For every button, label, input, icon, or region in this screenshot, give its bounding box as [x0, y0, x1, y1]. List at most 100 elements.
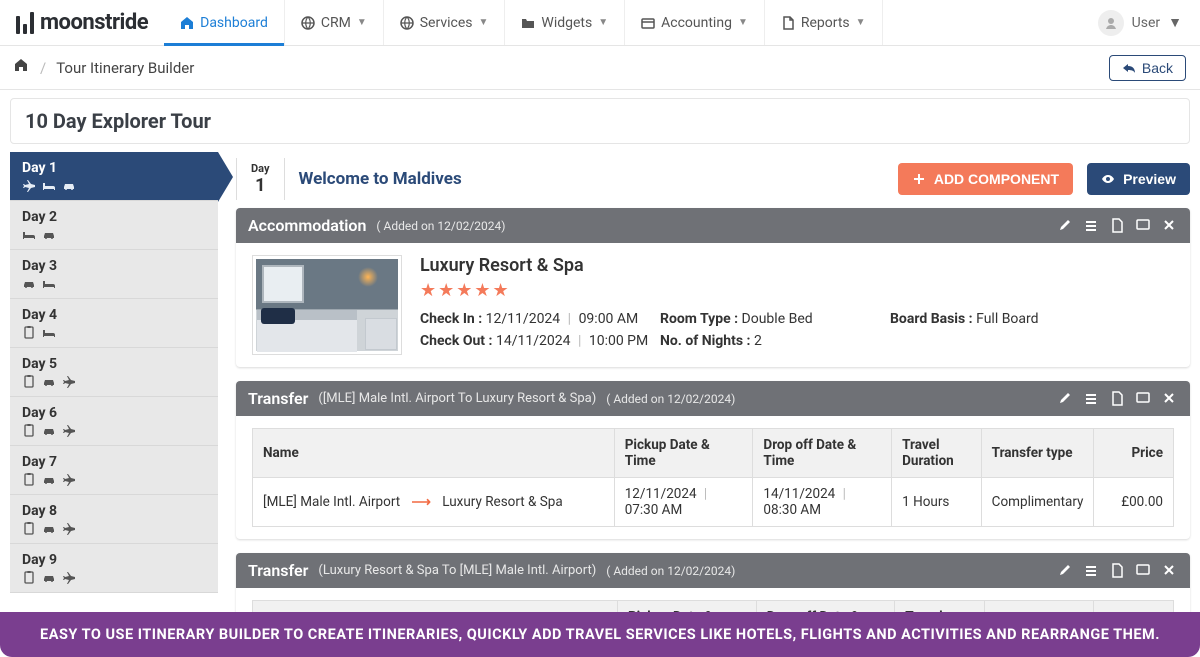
pickup-time: 07:30 AM	[625, 502, 683, 518]
plane-icon	[22, 178, 36, 192]
close-icon[interactable]	[1162, 391, 1178, 407]
day-tab-9-icons	[22, 570, 206, 584]
cell-price: £00.00	[1094, 478, 1174, 527]
logo-icon	[16, 12, 34, 34]
day-badge-label: Day	[251, 162, 270, 175]
nav-widgets[interactable]: Widgets ▼	[505, 0, 625, 45]
day-tab-1[interactable]: Day 1	[10, 152, 218, 201]
plane-icon	[62, 521, 76, 535]
screen-icon[interactable]	[1136, 218, 1152, 234]
day-tab-6-name: Day 6	[22, 405, 206, 421]
add-component-button[interactable]: ADD COMPONENT	[898, 163, 1073, 195]
user-icon	[1104, 16, 1118, 30]
screen-icon[interactable]	[1136, 563, 1152, 579]
eye-icon	[1101, 172, 1115, 186]
star-rating: ★★★★★	[420, 280, 1174, 301]
car-icon	[42, 472, 56, 486]
list-icon[interactable]	[1084, 563, 1100, 579]
drop-date: 14/11/2024	[763, 486, 835, 502]
day-tab-5-icons	[22, 374, 206, 388]
clipboard-icon	[22, 374, 36, 388]
day-tab-4[interactable]: Day 4	[10, 299, 218, 348]
nav-items: Dashboard CRM ▼ Services ▼ Widgets ▼ Acc…	[164, 0, 882, 45]
day-tab-6-icons	[22, 423, 206, 437]
transfer1-meta: ( Added on 12/02/2024)	[606, 392, 735, 406]
transfer2-header: Transfer (Luxury Resort & Spa To [MLE] M…	[236, 553, 1190, 588]
chevron-down-icon: ▼	[1168, 14, 1182, 31]
back-button[interactable]: Back	[1109, 55, 1186, 81]
page-icon[interactable]	[1110, 563, 1126, 579]
day-tab-3-name: Day 3	[22, 258, 206, 274]
close-icon[interactable]	[1162, 563, 1178, 579]
drop-time: 08:30 AM	[763, 502, 821, 518]
accommodation-meta: ( Added on 12/02/2024)	[376, 219, 505, 233]
breadcrumb-sep: /	[40, 59, 46, 77]
screen-icon[interactable]	[1136, 391, 1152, 407]
board: Board Basis : Full Board	[890, 311, 1120, 327]
page-icon[interactable]	[1110, 218, 1126, 234]
close-icon[interactable]	[1162, 218, 1178, 234]
nav-accounting[interactable]: Accounting ▼	[625, 0, 765, 45]
checkin-time: 09:00 AM	[579, 311, 639, 327]
plane-icon	[62, 423, 76, 437]
avatar-icon	[1098, 10, 1124, 36]
day-header: Day 1 Welcome to Maldives ADD COMPONENT …	[236, 152, 1190, 208]
breadcrumb-home[interactable]	[14, 58, 30, 78]
nav-services[interactable]: Services ▼	[384, 0, 506, 45]
nights-label: No. of Nights :	[660, 333, 751, 349]
car-icon	[42, 570, 56, 584]
day-tab-5[interactable]: Day 5	[10, 348, 218, 397]
nav-accounting-label: Accounting	[661, 15, 732, 31]
clipboard-icon	[22, 423, 36, 437]
day-tab-9[interactable]: Day 9	[10, 544, 218, 593]
day-tab-3-icons	[22, 276, 206, 290]
edit-icon[interactable]	[1058, 218, 1074, 234]
logo: moonstride	[0, 0, 164, 45]
back-label: Back	[1142, 60, 1173, 76]
transfer2-sub: (Luxury Resort & Spa To [MLE] Male Intl.…	[318, 563, 596, 578]
car-icon	[42, 521, 56, 535]
day-tab-2-name: Day 2	[22, 209, 206, 225]
breadcrumb: / Tour Itinerary Builder	[14, 58, 194, 78]
list-icon[interactable]	[1084, 218, 1100, 234]
day-tab-6[interactable]: Day 6	[10, 397, 218, 446]
preview-label: Preview	[1123, 171, 1176, 187]
day-badge-num: 1	[251, 175, 270, 196]
nav-crm[interactable]: CRM ▼	[285, 0, 384, 45]
day-tab-3[interactable]: Day 3	[10, 250, 218, 299]
transfer1-table: Name Pickup Date & Time Drop off Date & …	[252, 428, 1174, 527]
transfer1-body: Name Pickup Date & Time Drop off Date & …	[236, 416, 1190, 539]
day-tab-7-name: Day 7	[22, 454, 206, 470]
cell-drop: 14/11/2024 | 08:30 AM	[753, 478, 892, 527]
nav-reports[interactable]: Reports ▼	[765, 0, 883, 45]
home-icon	[180, 16, 194, 30]
arrow-icon: ⟶	[412, 494, 431, 510]
user-menu[interactable]: User ▼	[1080, 0, 1200, 45]
col-price: Price	[1094, 429, 1174, 478]
day-tab-4-name: Day 4	[22, 307, 206, 323]
col-dur: Travel Duration	[892, 429, 982, 478]
car-icon	[42, 423, 56, 437]
day-tab-8[interactable]: Day 8	[10, 495, 218, 544]
clipboard-icon	[22, 570, 36, 584]
page-icon[interactable]	[1110, 391, 1126, 407]
folder-icon	[521, 16, 535, 30]
checkout-label: Check Out :	[420, 333, 492, 349]
table-header-row: Name Pickup Date & Time Drop off Date & …	[253, 429, 1174, 478]
accommodation-name: Luxury Resort & Spa	[420, 255, 1174, 276]
day-tab-2[interactable]: Day 2	[10, 201, 218, 250]
day-tab-9-name: Day 9	[22, 552, 206, 568]
day-tab-5-name: Day 5	[22, 356, 206, 372]
edit-icon[interactable]	[1058, 563, 1074, 579]
logo-text: moonstride	[40, 10, 148, 35]
list-icon[interactable]	[1084, 391, 1100, 407]
preview-button[interactable]: Preview	[1087, 163, 1190, 195]
edit-icon[interactable]	[1058, 391, 1074, 407]
nav-dashboard[interactable]: Dashboard	[164, 0, 285, 45]
accommodation-info: Luxury Resort & Spa ★★★★★ Check In : 12/…	[420, 255, 1174, 355]
globe-icon	[301, 16, 315, 30]
day-tab-7[interactable]: Day 7	[10, 446, 218, 495]
day-content: Day 1 Welcome to Maldives ADD COMPONENT …	[218, 152, 1200, 615]
bed-icon	[42, 276, 56, 290]
main: Day 1 Day 2 Day 3 Day 4	[0, 152, 1200, 615]
